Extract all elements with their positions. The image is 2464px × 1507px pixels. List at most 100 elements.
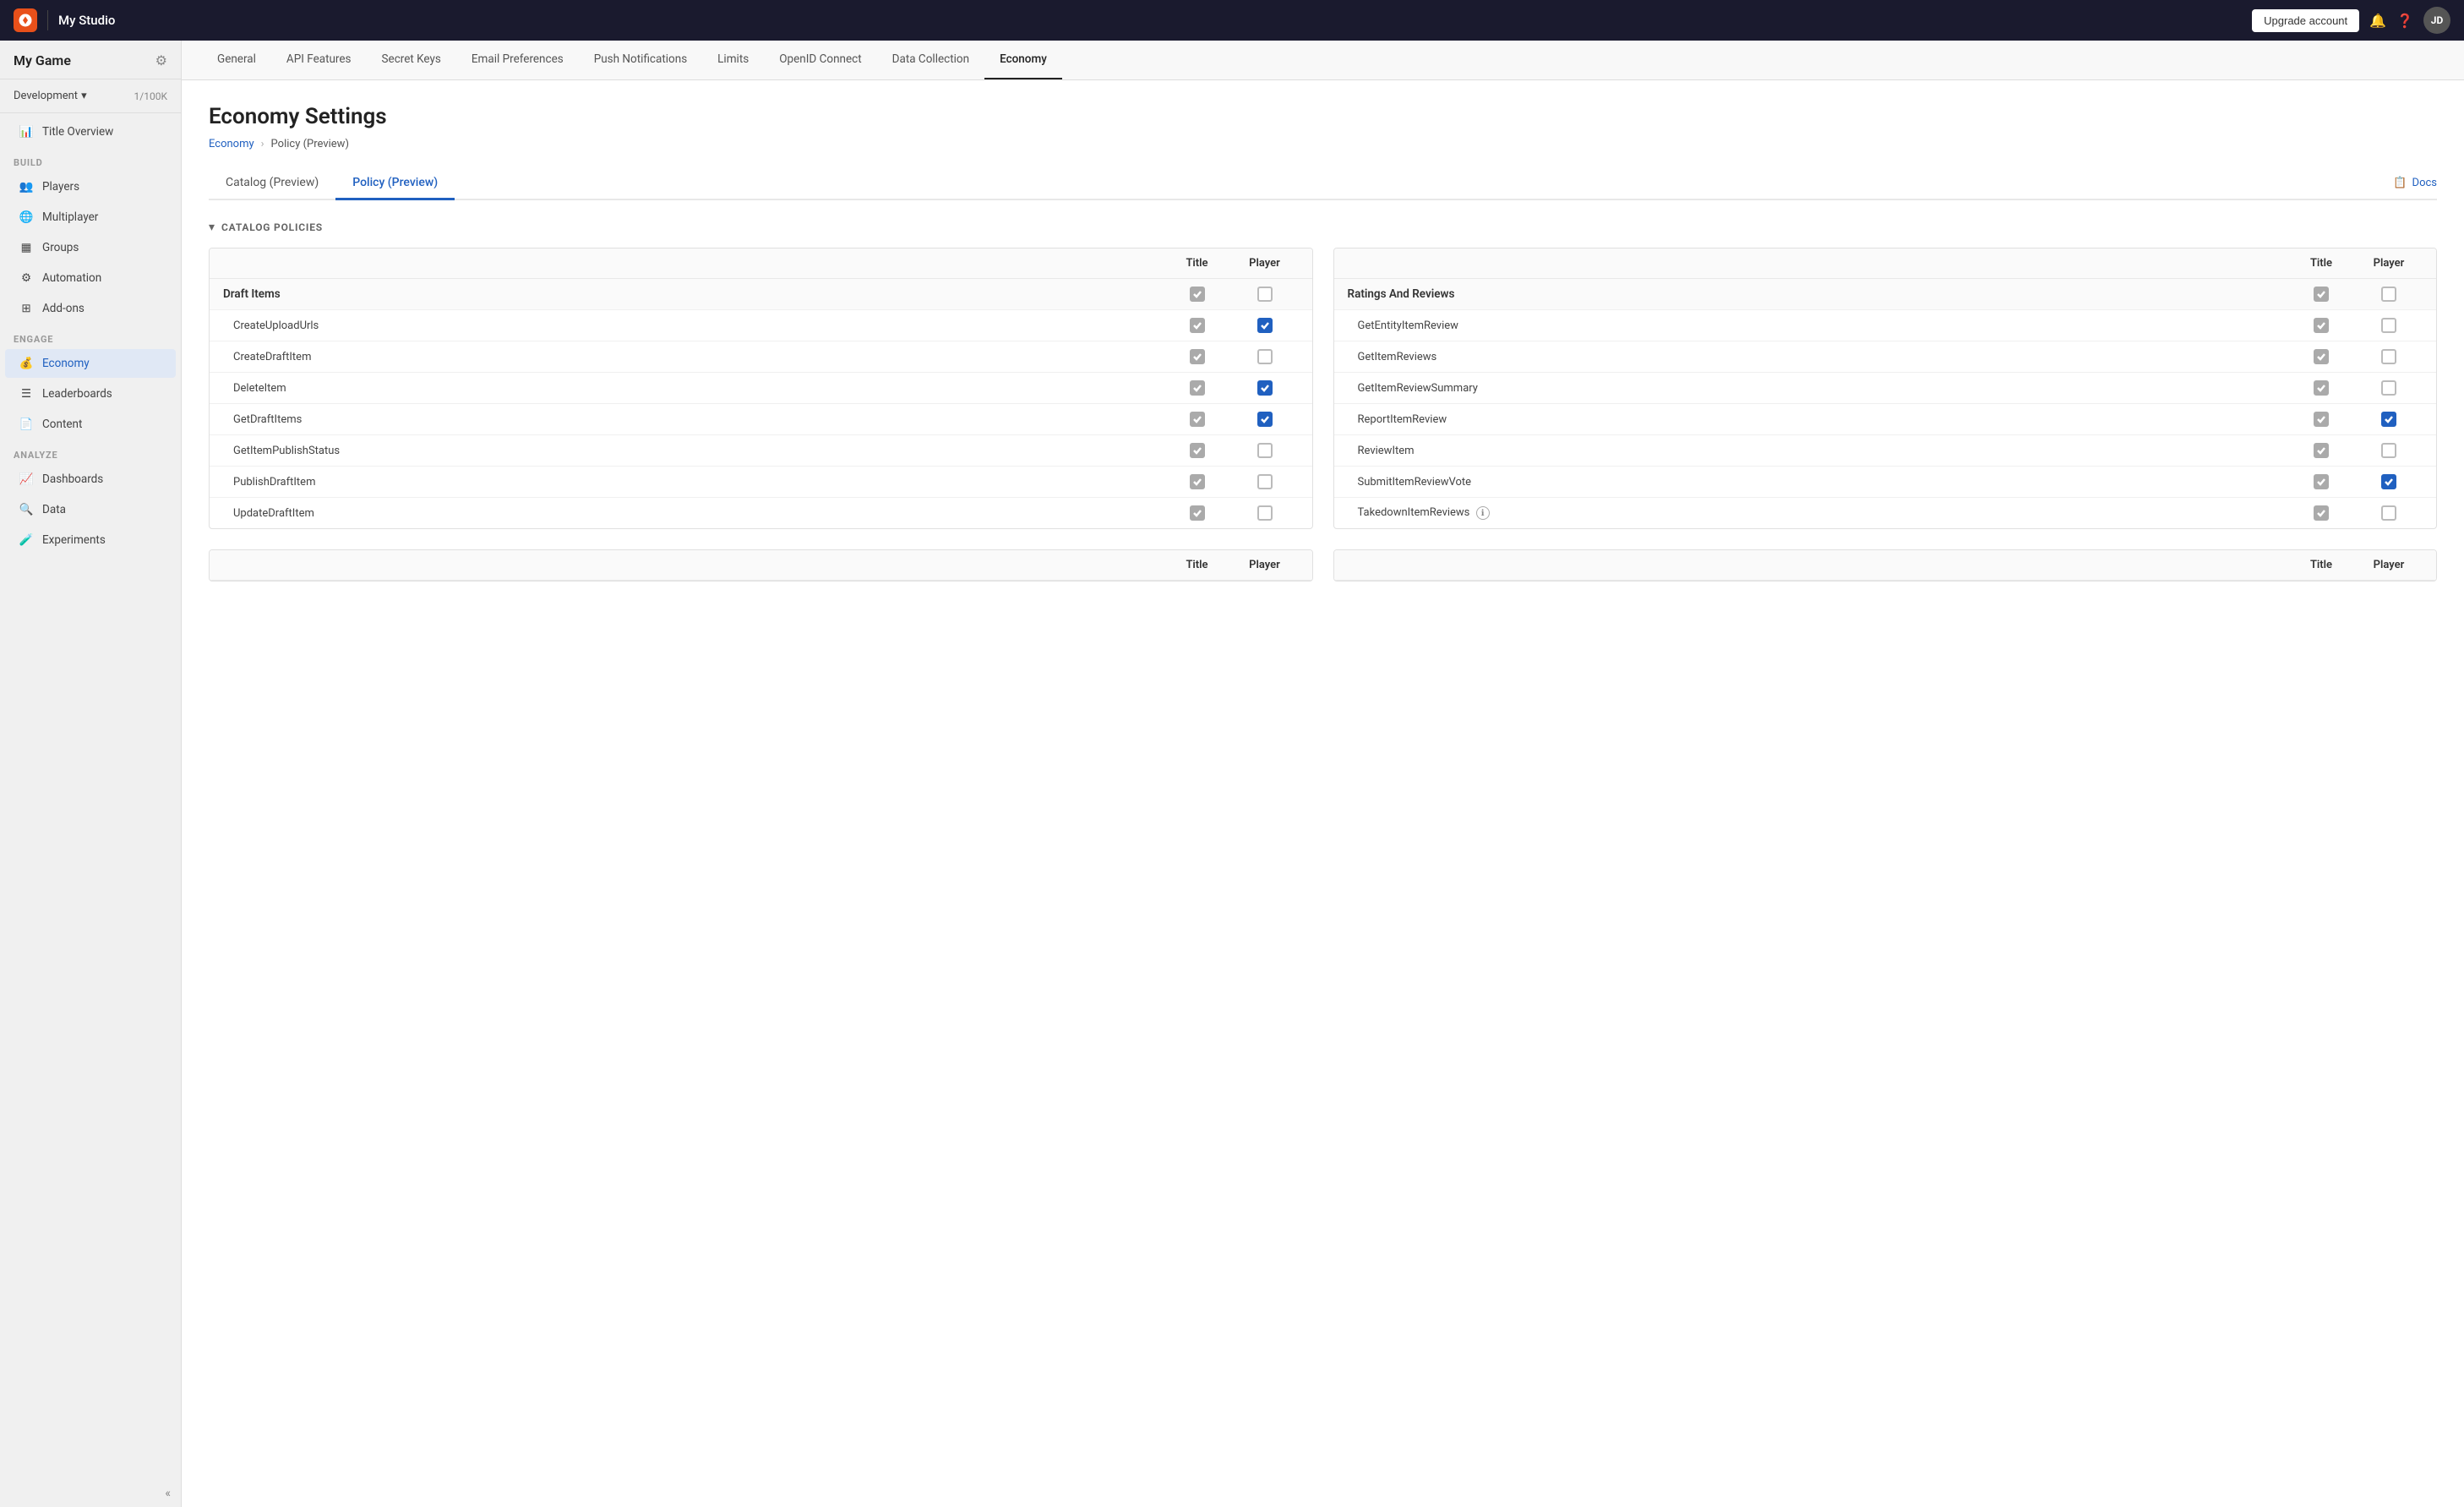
title-checkbox[interactable] xyxy=(1190,443,1205,458)
player-checkbox[interactable] xyxy=(2381,505,2396,521)
left-parent-player-checkbox[interactable] xyxy=(1257,287,1273,302)
sub-tab-policy[interactable]: Policy (Preview) xyxy=(335,167,455,200)
bottom-right-title-header: Title xyxy=(2287,559,2355,571)
tab-secret-keys[interactable]: Secret Keys xyxy=(367,41,456,79)
game-name: My Game xyxy=(14,52,71,68)
player-checkbox[interactable] xyxy=(2381,474,2396,489)
bottom-right-player-header: Player xyxy=(2355,559,2423,571)
title-cb-cell xyxy=(1164,380,1231,396)
right-parent-title-checkbox[interactable] xyxy=(2314,287,2329,302)
player-checkbox[interactable] xyxy=(1257,474,1273,489)
table-row: UpdateDraftItem xyxy=(210,498,1312,528)
sidebar-collapse-button[interactable]: « xyxy=(0,1480,181,1507)
sidebar-item-groups[interactable]: ▦ Groups xyxy=(5,233,176,262)
left-parent-player-cb-cell xyxy=(1231,287,1299,302)
row-name: GetItemReviews xyxy=(1348,351,2288,363)
tab-push-notifications[interactable]: Push Notifications xyxy=(579,41,702,79)
bottom-right-header: Title Player xyxy=(1334,550,2437,581)
upgrade-button[interactable]: Upgrade account xyxy=(2252,9,2359,32)
bottom-left-player-header: Player xyxy=(1231,559,1299,571)
sidebar-item-economy[interactable]: 💰 Economy xyxy=(5,349,176,378)
player-cb-cell xyxy=(1231,412,1299,427)
title-cb-cell xyxy=(2287,412,2355,427)
topbar-title: My Studio xyxy=(58,13,115,28)
sidebar-item-automation[interactable]: ⚙ Automation xyxy=(5,264,176,292)
table-row: CreateDraftItem xyxy=(210,341,1312,373)
tab-limits[interactable]: Limits xyxy=(702,41,764,79)
title-cb-cell xyxy=(2287,474,2355,489)
sidebar-item-content[interactable]: 📄 Content xyxy=(5,410,176,439)
sidebar-label-addons: Add-ons xyxy=(42,302,84,315)
table-row: DeleteItem xyxy=(210,373,1312,404)
tab-email-preferences[interactable]: Email Preferences xyxy=(456,41,579,79)
title-checkbox[interactable] xyxy=(1190,412,1205,427)
player-checkbox[interactable] xyxy=(2381,318,2396,333)
player-checkbox[interactable] xyxy=(1257,349,1273,364)
sidebar-item-dashboards[interactable]: 📈 Dashboards xyxy=(5,465,176,494)
docs-button[interactable]: 📋 Docs xyxy=(2393,177,2437,189)
sidebar-item-title-overview[interactable]: 📊 Title Overview xyxy=(5,117,176,146)
table-row: PublishDraftItem xyxy=(210,467,1312,498)
sidebar-label-experiments: Experiments xyxy=(42,533,106,547)
content-icon: 📄 xyxy=(19,417,34,432)
notifications-icon[interactable]: 🔔 xyxy=(2369,13,2386,29)
player-checkbox[interactable] xyxy=(2381,412,2396,427)
title-checkbox[interactable] xyxy=(2314,474,2329,489)
sidebar-item-players[interactable]: 👥 Players xyxy=(5,172,176,201)
right-parent-player-checkbox[interactable] xyxy=(2381,287,2396,302)
player-checkbox[interactable] xyxy=(1257,505,1273,521)
sub-tab-catalog[interactable]: Catalog (Preview) xyxy=(209,167,335,200)
tab-data-collection[interactable]: Data Collection xyxy=(877,41,984,79)
environment-selector[interactable]: Development ▾ 1/100K xyxy=(0,83,181,109)
title-checkbox[interactable] xyxy=(2314,318,2329,333)
sidebar-item-leaderboards[interactable]: ☰ Leaderboards xyxy=(5,379,176,408)
nav-tabs: General API Features Secret Keys Email P… xyxy=(182,41,2464,80)
sidebar-item-multiplayer[interactable]: 🌐 Multiplayer xyxy=(5,203,176,232)
title-checkbox[interactable] xyxy=(2314,505,2329,521)
help-icon[interactable]: ❓ xyxy=(2396,13,2413,29)
player-checkbox[interactable] xyxy=(2381,380,2396,396)
sidebar-item-addons[interactable]: ⊞ Add-ons xyxy=(5,294,176,323)
title-checkbox[interactable] xyxy=(1190,474,1205,489)
player-checkbox[interactable] xyxy=(1257,318,1273,333)
title-checkbox[interactable] xyxy=(1190,318,1205,333)
row-name: CreateUploadUrls xyxy=(223,319,1164,332)
row-name: GetItemPublishStatus xyxy=(223,445,1164,457)
tab-economy[interactable]: Economy xyxy=(984,41,1062,79)
topbar-divider xyxy=(47,10,48,30)
title-checkbox[interactable] xyxy=(2314,412,2329,427)
player-checkbox[interactable] xyxy=(1257,443,1273,458)
breadcrumb-separator: › xyxy=(261,138,264,150)
page-content: Economy Settings Economy › Policy (Previ… xyxy=(182,80,2464,1507)
player-checkbox[interactable] xyxy=(1257,380,1273,396)
sidebar-item-data[interactable]: 🔍 Data xyxy=(5,495,176,524)
row-name: GetDraftItems xyxy=(223,413,1164,426)
title-checkbox[interactable] xyxy=(1190,380,1205,396)
automation-icon: ⚙ xyxy=(19,270,34,286)
gear-icon[interactable]: ⚙ xyxy=(155,52,167,68)
row-name: DeleteItem xyxy=(223,382,1164,395)
title-checkbox[interactable] xyxy=(1190,505,1205,521)
right-col-player-header: Player xyxy=(2355,257,2423,270)
player-cb-cell xyxy=(2355,505,2423,521)
player-cb-cell xyxy=(1231,474,1299,489)
topbar-right: Upgrade account 🔔 ❓ JD xyxy=(2252,7,2450,34)
title-checkbox[interactable] xyxy=(2314,443,2329,458)
title-checkbox[interactable] xyxy=(2314,380,2329,396)
player-checkbox[interactable] xyxy=(2381,443,2396,458)
left-parent-title-checkbox[interactable] xyxy=(1190,287,1205,302)
breadcrumb-link[interactable]: Economy xyxy=(209,138,254,150)
player-checkbox[interactable] xyxy=(2381,349,2396,364)
info-icon[interactable]: ℹ xyxy=(1476,506,1490,520)
player-checkbox[interactable] xyxy=(1257,412,1273,427)
tab-openid-connect[interactable]: OpenID Connect xyxy=(764,41,876,79)
user-avatar[interactable]: JD xyxy=(2423,7,2450,34)
env-label: Development xyxy=(14,90,78,102)
title-checkbox[interactable] xyxy=(2314,349,2329,364)
title-checkbox[interactable] xyxy=(1190,349,1205,364)
section-toggle-icon[interactable]: ▾ xyxy=(209,221,215,234)
sidebar-item-experiments[interactable]: 🧪 Experiments xyxy=(5,526,176,554)
sidebar-label-dashboards: Dashboards xyxy=(42,472,103,486)
tab-api-features[interactable]: API Features xyxy=(271,41,367,79)
tab-general[interactable]: General xyxy=(202,41,271,79)
